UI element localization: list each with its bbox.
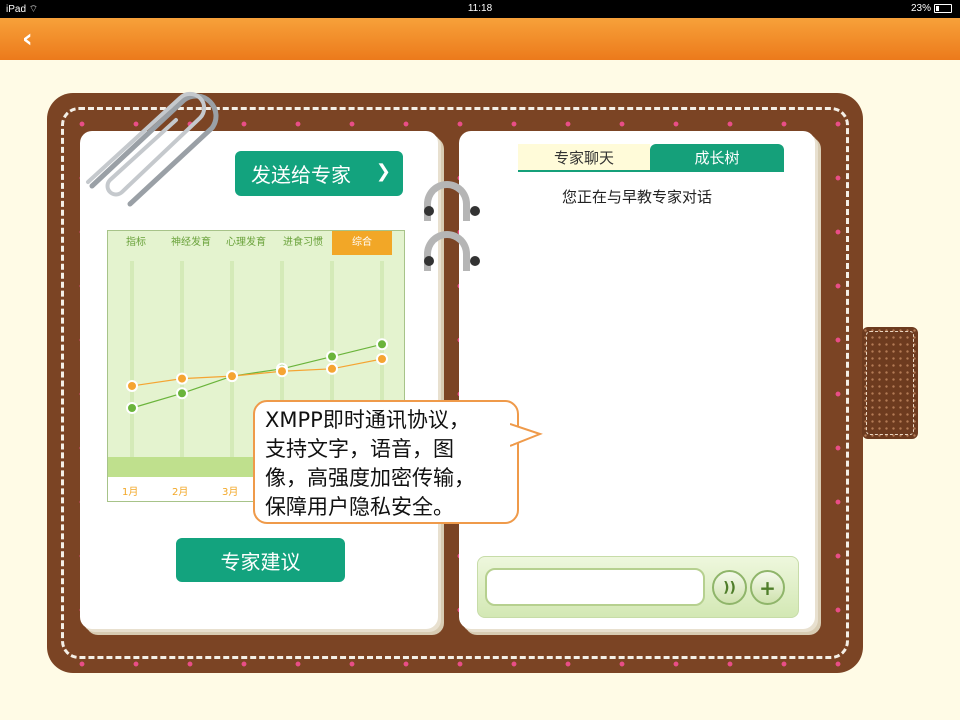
notebook-strap <box>862 327 918 439</box>
data-point <box>176 387 188 400</box>
tab-expert-chat[interactable]: 专家聊天 <box>518 144 650 172</box>
month-label: 1月 <box>122 487 139 498</box>
tooltip-line: 支持文字，语音，图 <box>265 437 454 461</box>
chart-tabs: 指标 神经发育 心理发育 进食习惯 综合 <box>108 231 404 255</box>
chat-status-text: 您正在与早教专家对话 <box>561 188 712 206</box>
battery-level <box>936 6 940 11</box>
ring-hole <box>470 256 480 266</box>
data-point <box>376 353 388 365</box>
add-button[interactable]: + <box>750 570 785 605</box>
voice-icon: )) <box>723 579 736 596</box>
ring-hole <box>424 206 434 216</box>
back-button[interactable]: ‹ <box>22 24 52 54</box>
chart-tab-0[interactable]: 指标 <box>108 231 164 255</box>
feature-tooltip: XMPP即时通讯协议， 支持文字，语音，图 像，高强度加密传输， 保障用户隐私安全。 <box>253 400 519 524</box>
tooltip-tail <box>510 423 543 447</box>
month-label: 3月 <box>222 487 239 498</box>
nav-bar: ‹ <box>0 18 960 60</box>
data-point <box>326 350 338 363</box>
status-time: 11:18 <box>467 3 493 14</box>
ring-hole <box>470 206 480 216</box>
tooltip-line: 像，高强度加密传输， <box>265 466 475 490</box>
series-line-0 <box>131 343 383 409</box>
data-point <box>326 362 338 375</box>
battery-status: 23% <box>911 3 952 14</box>
battery-icon <box>934 4 952 13</box>
tooltip-line: 保障用户隐私安全。 <box>265 495 454 519</box>
paperclip-icon <box>86 91 219 207</box>
grid-column <box>180 261 184 457</box>
chat-tab-bar: 专家聊天 成长树 <box>518 144 784 172</box>
data-point <box>226 370 238 383</box>
chart-tab-3[interactable]: 进食习惯 <box>274 231 332 255</box>
expert-advice-label: 专家建议 <box>220 549 301 574</box>
ring-hole <box>424 256 434 266</box>
tooltip-line: XMPP即时通讯协议， <box>265 408 470 432</box>
send-to-expert-label: 发送给专家 <box>251 163 351 187</box>
plus-icon: + <box>759 575 776 600</box>
month-label: 2月 <box>172 487 189 498</box>
data-point <box>376 338 388 351</box>
data-point <box>276 365 288 378</box>
expert-advice-button[interactable]: 专家建议 <box>176 538 345 582</box>
strap-stitching <box>866 331 914 435</box>
send-to-expert-button[interactable]: 发送给专家 ❯ <box>235 151 403 196</box>
battery-percent: 23% <box>910 3 931 14</box>
data-point <box>176 372 188 385</box>
message-input[interactable] <box>485 568 705 606</box>
data-point <box>126 402 138 414</box>
tab-underline <box>518 170 784 172</box>
status-bar: iPad ⌔ 11:18 23% <box>0 0 960 18</box>
grid-column <box>230 261 234 457</box>
voice-button[interactable]: )) <box>712 570 747 605</box>
chevron-right-icon: ❯ <box>375 161 391 182</box>
chart-tab-1[interactable]: 神经发育 <box>164 231 218 255</box>
data-point <box>126 379 138 392</box>
grid-column <box>130 261 134 457</box>
back-chevron-icon: ‹ <box>22 24 33 54</box>
chart-tab-4[interactable]: 综合 <box>332 231 392 255</box>
chart-tab-2[interactable]: 心理发育 <box>218 231 274 255</box>
tab-growth-tree[interactable]: 成长树 <box>650 144 784 172</box>
